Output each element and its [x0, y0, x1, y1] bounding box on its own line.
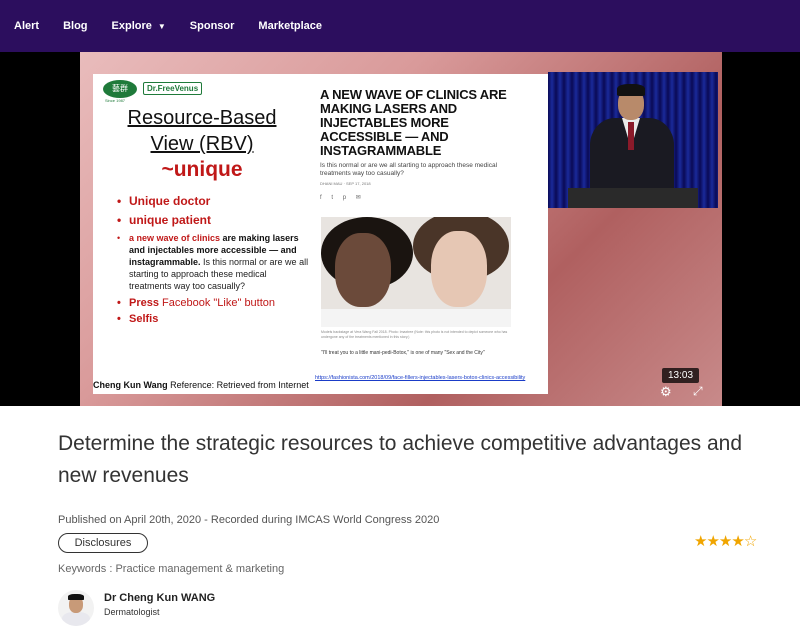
brand-logo: Dr.FreeVenus — [143, 82, 203, 95]
slide-bullets: Unique doctor unique patient a new wave … — [115, 194, 310, 329]
avatar-body — [62, 612, 90, 626]
clinic-logo: 藝群 — [103, 80, 137, 98]
article-photo — [321, 217, 511, 327]
photo-face-left — [335, 233, 391, 307]
nav-explore[interactable]: Explore ▼ — [112, 20, 166, 32]
slide-footer-ref: Reference: Retrieved from Internet — [167, 380, 309, 390]
nav-sponsor-label: Sponsor — [189, 20, 235, 32]
star-icon: ★ — [731, 532, 744, 550]
slide-footer-name: Cheng Kun Wang — [93, 380, 168, 390]
speaker-hair — [617, 84, 645, 96]
slide-bullet: Press Facebook "Like" button — [115, 297, 310, 309]
slide-footer: Cheng Kun Wang Reference: Retrieved from… — [93, 380, 309, 390]
rating-stars: ★★★★☆ — [694, 532, 757, 550]
slide-bullet: a new wave of clinics are making lasers … — [115, 232, 310, 292]
nav-blog[interactable]: Blog — [63, 20, 87, 32]
clinic-logo-sub: Since 1987 — [105, 98, 126, 103]
article-title: A NEW WAVE OF CLINICS ARE MAKING LASERS … — [320, 87, 507, 158]
article-byline: DHANI MAU · SEP 17, 2018 — [320, 181, 371, 186]
nav-alert-label: Alert — [14, 20, 40, 32]
star-icon: ★ — [694, 532, 707, 550]
article-caption: Models backstage at Vera Wang Fall 2018.… — [321, 330, 508, 339]
fullscreen-icon[interactable]: ⤢ — [693, 384, 703, 399]
article-link: https://fashionista.com/2018/09/face-fil… — [315, 375, 526, 381]
nav-marketplace-label: Marketplace — [258, 20, 323, 32]
slide-bullet-text: Facebook "Like" button — [162, 297, 276, 309]
nav-explore-label: Explore — [111, 20, 152, 32]
presentation-slide: 藝群 Since 1987 Dr.FreeVenus Resource-Base… — [93, 74, 548, 394]
slide-bullet: Unique doctor — [115, 194, 310, 208]
nav-blog-label: Blog — [63, 20, 88, 32]
photo-coat — [321, 309, 511, 327]
video-player[interactable]: 藝群 Since 1987 Dr.FreeVenus Resource-Base… — [0, 52, 800, 406]
article-subtitle: Is this normal or are we all starting to… — [320, 162, 498, 177]
nav-marketplace[interactable]: Marketplace — [258, 20, 322, 32]
gear-icon[interactable]: ⚙ — [660, 384, 672, 400]
top-nav: Alert Blog Explore ▼ Sponsor Marketplace — [0, 0, 800, 52]
page-title: Determine the strategic resources to ach… — [58, 432, 743, 487]
email-icon: ✉ — [355, 195, 361, 201]
slide-bullet-highlight: a new wave of clinics — [129, 233, 221, 243]
published-info: Published on April 20th, 2020 - Recorded… — [58, 514, 440, 526]
speaker-tie — [628, 122, 634, 150]
twitter-icon: t — [331, 195, 334, 201]
speaker-video — [548, 72, 718, 208]
avatar[interactable] — [58, 590, 94, 626]
star-icon: ★ — [718, 532, 732, 550]
nav-alert[interactable]: Alert — [14, 20, 39, 32]
video-duration: 13:03 — [662, 368, 700, 383]
keywords: Keywords : Practice management & marketi… — [58, 563, 285, 575]
nav-sponsor[interactable]: Sponsor — [190, 20, 235, 32]
photo-face-right — [431, 231, 487, 307]
doctor-role: Dermatologist — [104, 607, 160, 617]
podium — [568, 188, 698, 208]
slide-bullet: Selfis — [115, 313, 310, 325]
slide-bullet-bold: Press — [129, 297, 163, 309]
disclosures-button[interactable]: Disclosures — [58, 533, 148, 553]
chevron-down-icon: ▼ — [157, 21, 166, 31]
slide-unique: ~unique — [161, 158, 243, 181]
slide-title: Resource-Based View (RBV) — [127, 107, 277, 155]
article-share-icons: f t p ✉ — [320, 194, 520, 201]
doctor-name[interactable]: Dr Cheng Kun WANG — [104, 592, 215, 604]
facebook-icon: f — [320, 195, 322, 201]
star-outline-icon: ☆ — [743, 532, 757, 550]
avatar-hair — [68, 594, 84, 600]
slide-bullet: unique patient — [115, 213, 310, 227]
article-quote: "I'll treat you to a little mani-pedi-Bo… — [321, 350, 485, 356]
article-screenshot: A NEW WAVE OF CLINICS ARE MAKING LASERS … — [320, 87, 520, 202]
star-icon: ★ — [706, 532, 719, 550]
pinterest-icon: p — [342, 195, 347, 201]
